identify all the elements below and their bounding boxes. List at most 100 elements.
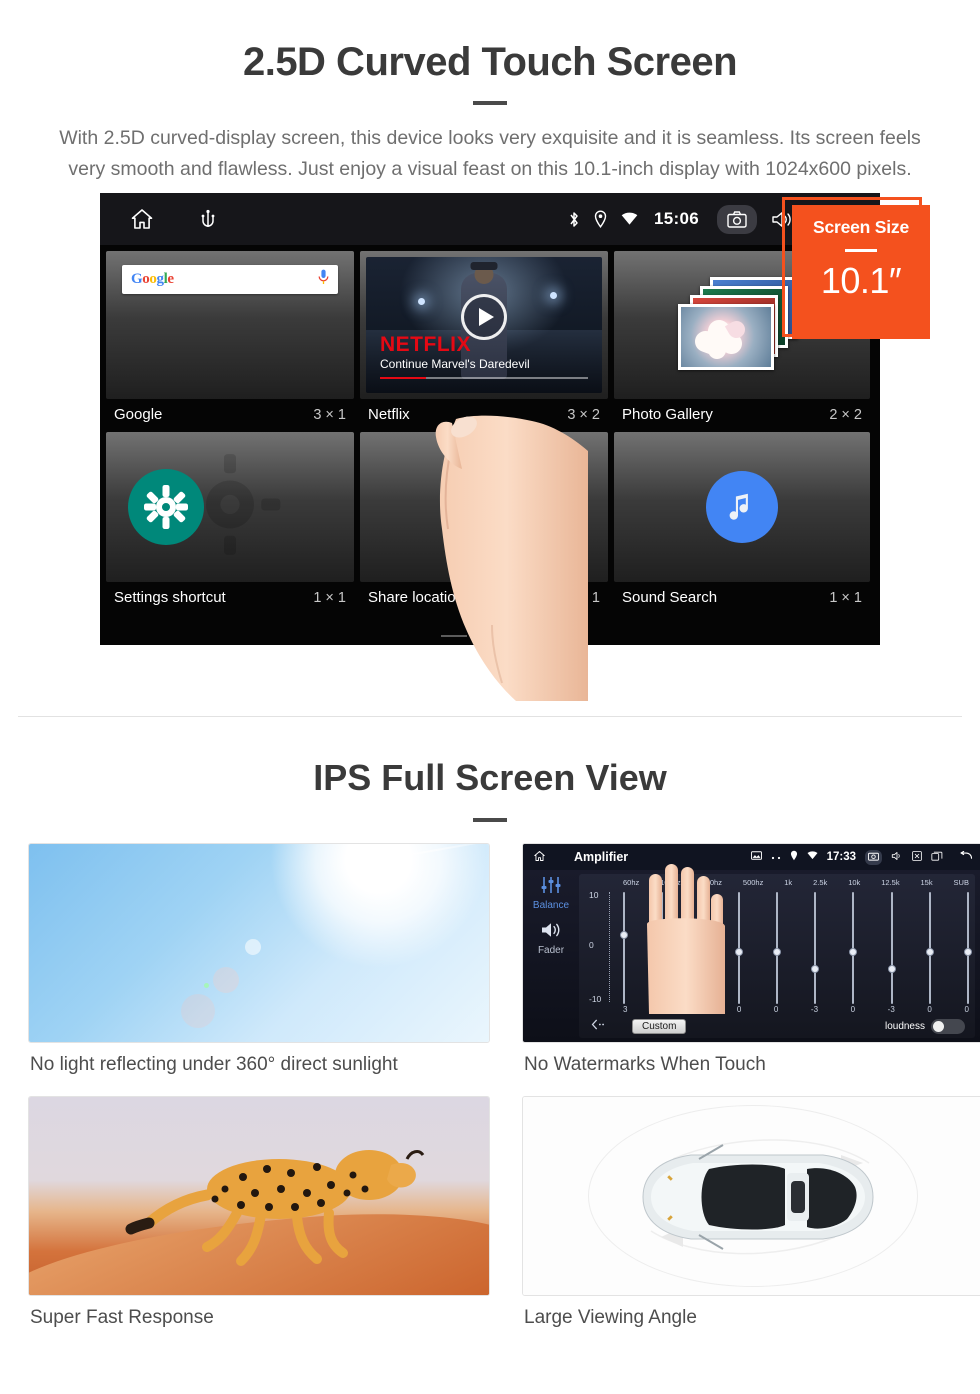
widget-label: Sound Search 1 × 1 (614, 582, 870, 615)
ips-section-title: IPS Full Screen View (313, 757, 667, 798)
widget-settings-shortcut[interactable]: Settings shortcut 1 × 1 (106, 432, 354, 615)
amp-slider-track[interactable] (887, 892, 896, 1004)
card-row-bottom: Super Fast Response Large Viewing Angle (0, 1096, 980, 1329)
netflix-preview: NETFLIX Continue Marvel's Daredevil (366, 257, 602, 393)
widget-size: 1 × 1 (829, 589, 862, 606)
amp-band-value: -3 (887, 1005, 895, 1014)
car-top-view-image (522, 1096, 980, 1296)
back-arrow-icon[interactable] (958, 850, 973, 864)
widget-share-location[interactable]: G Share location 1 × 1 (360, 432, 608, 615)
more-icon[interactable] (771, 851, 781, 863)
widget-label: Google 3 × 1 (106, 399, 354, 432)
bluetooth-icon (568, 210, 580, 229)
settings-gear-icon[interactable] (128, 469, 204, 545)
close-box-icon[interactable] (912, 850, 922, 864)
badge-value: 10.1″ (820, 260, 902, 301)
page-dot-active[interactable] (513, 635, 539, 637)
amp-slider-knob[interactable] (811, 964, 820, 973)
amp-band-value: -3 (810, 1005, 819, 1014)
amp-time: 17:33 (826, 851, 856, 863)
widget-label: Photo Gallery 2 × 2 (614, 399, 870, 432)
google-maps-icon[interactable]: G (453, 476, 515, 538)
widget-name: Sound Search (622, 589, 718, 606)
amp-band-label: 2.5k (813, 878, 828, 887)
amp-equalizer: 60hz100hz200hz500hz1k2.5k10k12.5k15kSUB … (579, 874, 975, 1038)
amp-slider-knob[interactable] (620, 931, 628, 940)
widget-sound-search[interactable]: Sound Search 1 × 1 (614, 432, 870, 615)
amp-slider-knob[interactable] (734, 948, 743, 956)
page-dot[interactable] (441, 635, 467, 637)
camera-icon[interactable] (865, 849, 882, 865)
amp-scale-zero: 0 (589, 940, 594, 951)
widget-size: 1 × 1 (567, 589, 600, 606)
amp-band-value: 0 (850, 1005, 856, 1014)
amp-slider-track[interactable] (772, 892, 781, 1004)
amp-band-value: 0 (927, 1005, 932, 1014)
card-row-top: No light reflecting under 360° direct su… (0, 843, 980, 1076)
widget-netflix[interactable]: NETFLIX Continue Marvel's Daredevil Netf… (360, 251, 608, 432)
amp-slider-knob[interactable] (887, 964, 896, 973)
widget-name: Netflix (368, 406, 410, 423)
amp-preset-button[interactable]: Custom (632, 1018, 687, 1034)
microphone-icon[interactable] (318, 269, 329, 290)
amp-band-value: 3 (623, 1005, 628, 1014)
home-icon[interactable] (130, 207, 154, 231)
amp-band-label: 15k (920, 878, 933, 887)
card-caption: Large Viewing Angle (524, 1307, 697, 1328)
status-time: 15:06 (654, 209, 699, 228)
recent-apps-icon[interactable] (931, 851, 943, 864)
amp-slider-track[interactable] (963, 892, 972, 1004)
camera-icon[interactable] (717, 204, 757, 234)
widget-name: Share location (368, 589, 464, 606)
gallery-icon[interactable] (750, 851, 762, 863)
amp-slider-track[interactable] (620, 892, 628, 1004)
amp-slider-knob[interactable] (925, 948, 934, 956)
amp-band-value: 0 (773, 1005, 779, 1014)
wifi-icon (621, 212, 638, 226)
sliders-icon[interactable] (540, 877, 562, 898)
back-arrow-icon[interactable] (591, 1017, 606, 1035)
section-description: With 2.5D curved-display screen, this de… (59, 127, 921, 180)
amp-slider-knob[interactable] (963, 948, 972, 956)
home-icon[interactable] (533, 850, 546, 865)
amp-slider-track[interactable] (849, 892, 858, 1004)
widget-name: Photo Gallery (622, 406, 713, 423)
volume-icon[interactable] (891, 851, 903, 864)
card-caption: No Watermarks When Touch (524, 1054, 766, 1075)
google-logo: Google (131, 271, 174, 287)
amp-fader-label[interactable]: Fader (523, 945, 579, 956)
amp-slider-track[interactable] (734, 892, 743, 1004)
amp-slider-knob[interactable] (772, 948, 781, 956)
android-screen: 15:06 Google Google 3 × 1 NETFLIX Contin… (100, 193, 880, 645)
widget-name: Google (114, 406, 163, 423)
amp-bottom-bar: Custom loudness (591, 1017, 965, 1035)
amp-band-value: 0 (964, 1005, 969, 1014)
speaker-icon[interactable] (523, 921, 579, 944)
cheetah-image (28, 1096, 490, 1296)
amp-band-label: 12.5k (881, 878, 900, 887)
location-pin-icon (594, 210, 607, 228)
amp-slider-track[interactable] (925, 892, 934, 1004)
status-bar: 15:06 (100, 193, 880, 245)
location-pin-icon (790, 850, 798, 864)
page-indicator[interactable] (441, 635, 539, 637)
amp-balance-label[interactable]: Balance (523, 900, 579, 911)
amp-band-label: 1k (784, 878, 793, 887)
pointing-hand (643, 864, 735, 1014)
amp-loudness-toggle[interactable] (931, 1018, 965, 1034)
widget-picker-grid: Google Google 3 × 1 NETFLIX Continue Mar… (100, 245, 880, 645)
amp-slider-track[interactable] (811, 892, 820, 1004)
amp-slider-knob[interactable] (849, 948, 858, 956)
google-search-bar[interactable]: Google (122, 265, 338, 294)
usb-icon[interactable] (200, 209, 216, 229)
card-caption: Super Fast Response (30, 1307, 214, 1328)
sunny-sky-image (28, 843, 490, 1043)
wifi-icon (807, 851, 818, 863)
netflix-subtitle: Continue Marvel's Daredevil (380, 357, 530, 371)
music-note-icon[interactable] (706, 471, 778, 543)
feature-card-viewing-angle: Large Viewing Angle (522, 1096, 980, 1329)
widget-label: Share location 1 × 1 (360, 582, 608, 615)
badge-label: Screen Size (812, 217, 910, 237)
widget-google[interactable]: Google Google 3 × 1 (106, 251, 354, 432)
page-dot[interactable] (477, 635, 503, 637)
